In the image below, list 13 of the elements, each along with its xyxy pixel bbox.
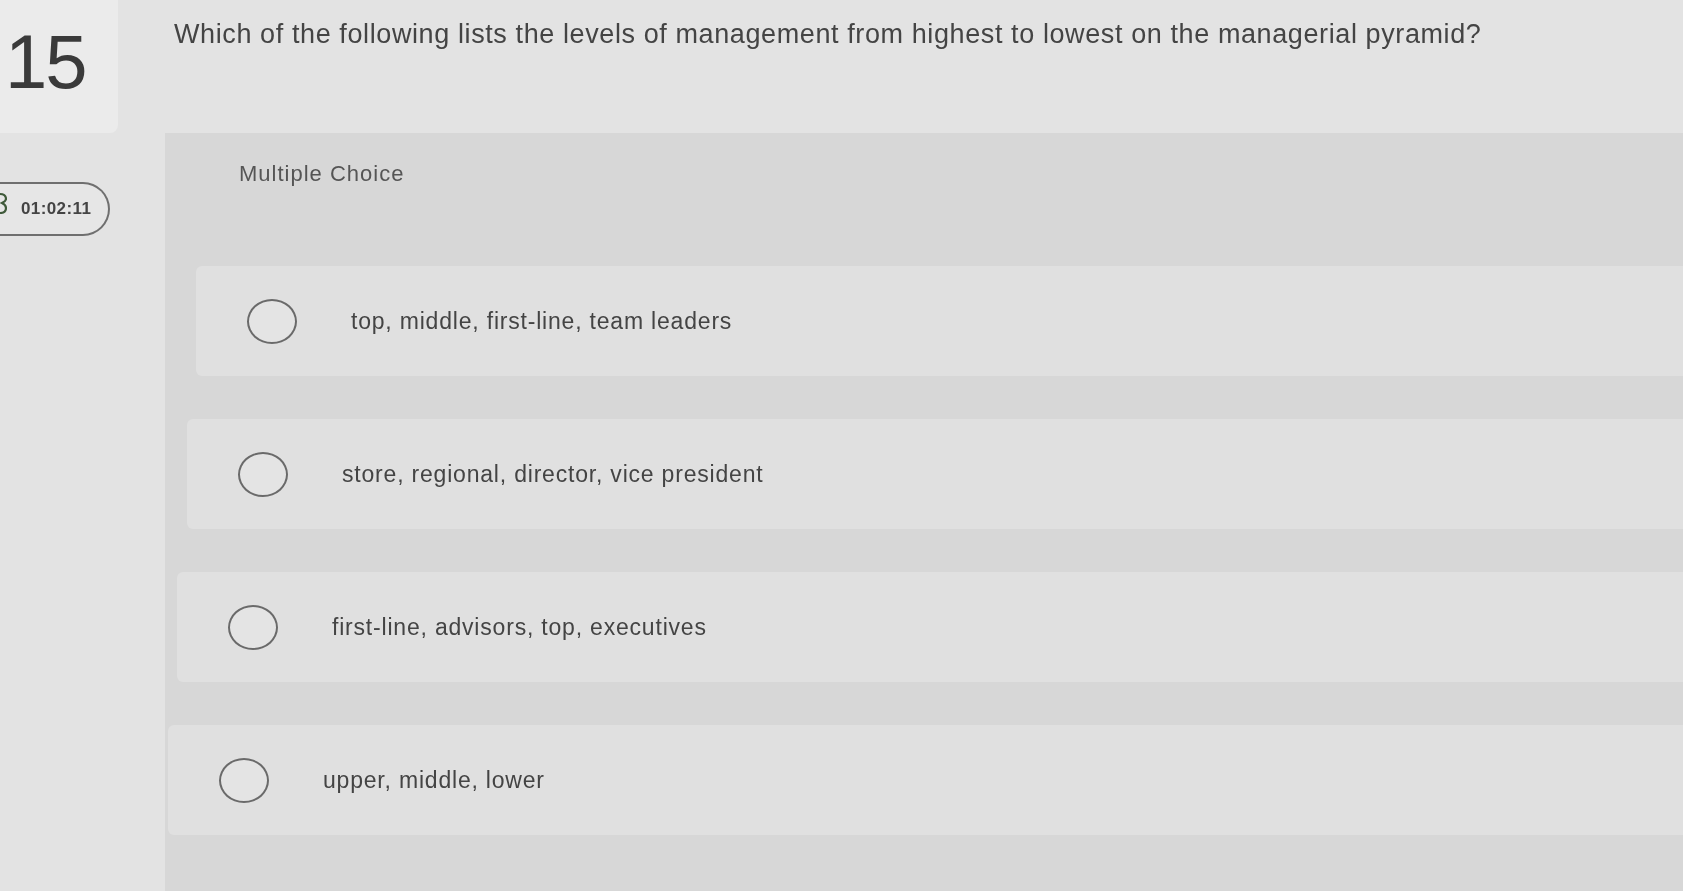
radio-button[interactable] <box>238 451 288 497</box>
answer-option[interactable]: top, middle, first-line, team leaders <box>196 266 1683 376</box>
question-type-label: Multiple Choice <box>238 160 406 188</box>
question-text: Which of the following lists the levels of management from highest to lowest on the managerial pyramid? <box>173 18 1483 51</box>
question-number: 15 <box>5 24 86 100</box>
answer-option[interactable]: store, regional, director, vice president <box>187 419 1683 529</box>
radio-button[interactable] <box>228 604 278 650</box>
answer-option[interactable]: upper, middle, lower <box>168 725 1683 835</box>
answer-option[interactable]: first-line, advisors, top, executives <box>177 572 1683 682</box>
clock-icon <box>0 192 7 214</box>
radio-button[interactable] <box>247 298 297 344</box>
timer-text: 01:02:11 <box>21 199 92 219</box>
radio-button[interactable] <box>219 757 269 803</box>
